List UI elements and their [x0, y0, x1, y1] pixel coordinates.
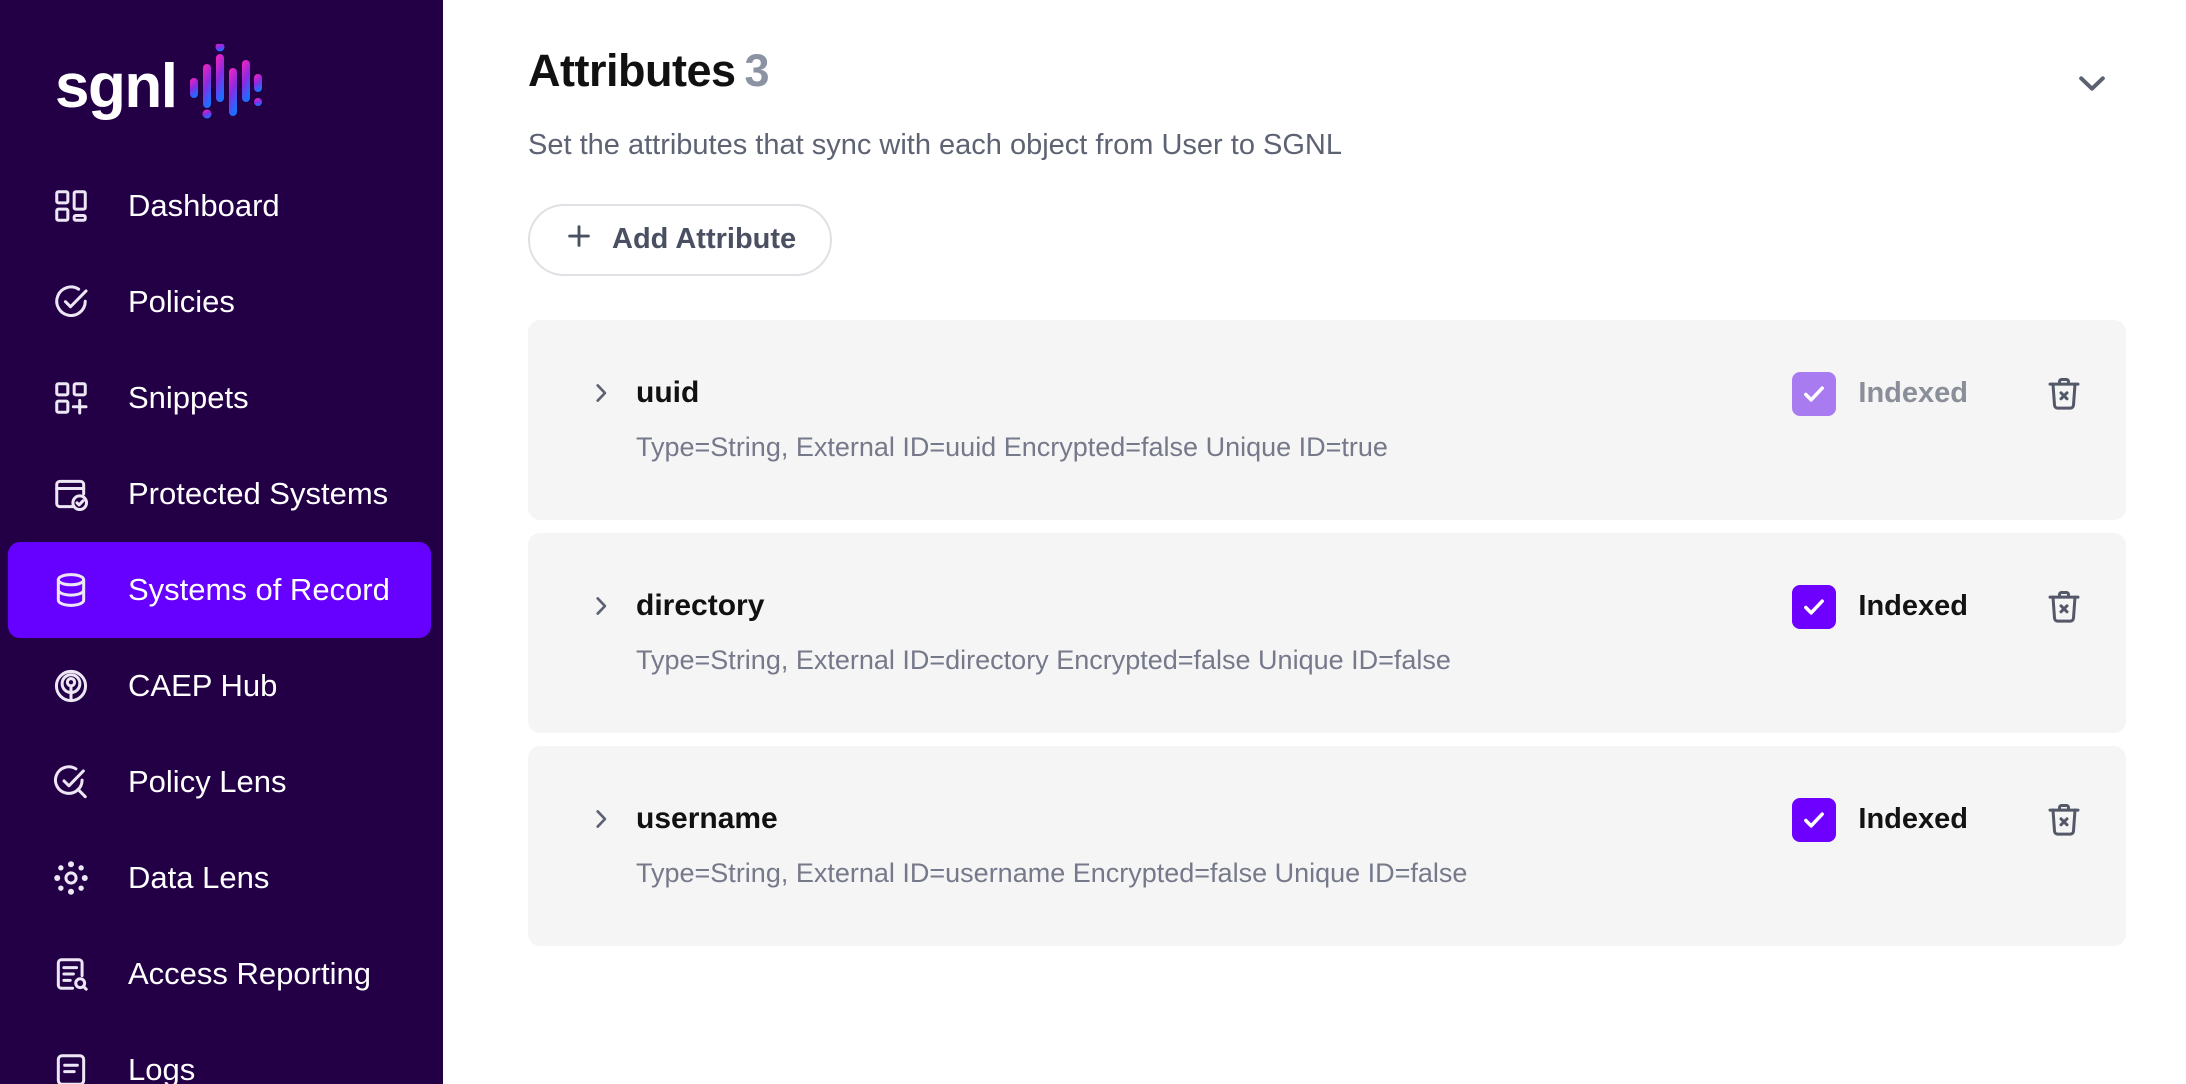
attribute-info: uuid Type=String, External ID=uuid Encry… — [584, 376, 1792, 463]
section-subtitle: Set the attributes that sync with each o… — [528, 129, 1342, 161]
indexed-toggle[interactable]: Indexed — [1792, 371, 1968, 416]
sidebar-item-logs[interactable]: Logs — [8, 1022, 431, 1084]
attribute-name: directory — [636, 589, 765, 623]
table-row[interactable]: uuid Type=String, External ID=uuid Encry… — [528, 319, 2126, 520]
sidebar-item-systems-of-record[interactable]: Systems of Record — [8, 542, 431, 638]
trash-x-icon[interactable] — [2038, 794, 2090, 846]
sidebar-item-label: Protected Systems — [128, 476, 389, 511]
attribute-actions: Indexed — [1792, 581, 2090, 633]
attribute-meta: Type=String, External ID=uuid Encrypted=… — [636, 432, 1388, 463]
sidebar: sgnl Dashboard Policies Snippets Protect… — [0, 0, 443, 1084]
attributes-list: uuid Type=String, External ID=uuid Encry… — [528, 319, 2126, 946]
trash-x-icon[interactable] — [2038, 581, 2090, 633]
node-network-icon — [48, 855, 94, 901]
page-title-text: Attributes — [528, 45, 736, 96]
sidebar-item-dashboard[interactable]: Dashboard — [8, 158, 431, 254]
sidebar-item-snippets[interactable]: Snippets — [8, 350, 431, 446]
chevron-down-icon[interactable] — [2068, 59, 2116, 107]
sidebar-item-policies[interactable]: Policies — [8, 254, 431, 350]
brand-logo[interactable]: sgnl — [0, 0, 443, 140]
document-lines-icon — [48, 1047, 94, 1084]
brand-name: sgnl — [55, 51, 178, 121]
chevron-right-icon[interactable] — [584, 592, 618, 620]
document-search-icon — [48, 951, 94, 997]
indexed-checkbox[interactable] — [1792, 371, 1837, 416]
app-root: sgnl Dashboard Policies Snippets Protect… — [0, 0, 2186, 1084]
table-row[interactable]: directory Type=String, External ID=direc… — [528, 532, 2126, 733]
sgnl-waveform-logo-icon — [190, 42, 263, 129]
sidebar-item-label: Snippets — [128, 380, 249, 415]
attribute-name: username — [636, 802, 778, 836]
sidebar-item-label: Logs — [128, 1052, 196, 1084]
database-icon — [48, 567, 94, 613]
indexed-label: Indexed — [1858, 803, 1968, 836]
sidebar-item-label: Access Reporting — [128, 956, 371, 991]
attribute-info: directory Type=String, External ID=direc… — [584, 589, 1792, 676]
attribute-name-row: directory — [584, 589, 1792, 623]
sidebar-item-label: Policies — [128, 284, 235, 319]
sidebar-item-policy-lens[interactable]: Policy Lens — [8, 734, 431, 830]
indexed-toggle[interactable]: Indexed — [1792, 584, 1968, 629]
attribute-actions: Indexed — [1792, 368, 2090, 420]
indexed-checkbox[interactable] — [1792, 797, 1837, 842]
sidebar-item-label: CAEP Hub — [128, 668, 278, 703]
attribute-meta: Type=String, External ID=username Encryp… — [636, 858, 1468, 889]
section-header: Attributes 3 — [528, 45, 2126, 107]
chevron-right-icon[interactable] — [584, 805, 618, 833]
attribute-meta: Type=String, External ID=directory Encry… — [636, 645, 1451, 676]
attribute-name-row: uuid — [584, 376, 1792, 410]
page-title: Attributes 3 — [528, 45, 770, 97]
dashboard-grid-icon — [48, 183, 94, 229]
attribute-info: username Type=String, External ID=userna… — [584, 802, 1792, 889]
check-search-icon — [48, 759, 94, 805]
sidebar-item-caep-hub[interactable]: CAEP Hub — [8, 638, 431, 734]
sidebar-item-label: Dashboard — [128, 188, 280, 223]
indexed-toggle[interactable]: Indexed — [1792, 797, 1968, 842]
add-attribute-button[interactable]: Add Attribute — [528, 203, 833, 276]
add-attribute-label: Add Attribute — [612, 223, 797, 256]
chevron-right-icon[interactable] — [584, 379, 618, 407]
indexed-label: Indexed — [1858, 590, 1968, 623]
sidebar-nav: Dashboard Policies Snippets Protected Sy… — [0, 158, 443, 1084]
indexed-label: Indexed — [1858, 377, 1968, 410]
radar-signal-icon — [48, 663, 94, 709]
grid-plus-icon — [48, 375, 94, 421]
sidebar-item-label: Data Lens — [128, 860, 270, 895]
attribute-count: 3 — [744, 45, 770, 96]
window-check-icon — [48, 471, 94, 517]
sidebar-item-access-reporting[interactable]: Access Reporting — [8, 926, 431, 1022]
table-row[interactable]: username Type=String, External ID=userna… — [528, 745, 2126, 946]
sidebar-item-label: Systems of Record — [128, 572, 390, 607]
sidebar-item-data-lens[interactable]: Data Lens — [8, 830, 431, 926]
sidebar-item-protected-systems[interactable]: Protected Systems — [8, 446, 431, 542]
sidebar-item-label: Policy Lens — [128, 764, 287, 799]
main-content: Attributes 3 Set the attributes that sync… — [443, 0, 2186, 1084]
attribute-actions: Indexed — [1792, 794, 2090, 846]
indexed-checkbox[interactable] — [1792, 584, 1837, 629]
attribute-name-row: username — [584, 802, 1792, 836]
trash-x-icon[interactable] — [2038, 368, 2090, 420]
plus-icon — [564, 221, 594, 259]
check-circle-icon — [48, 279, 94, 325]
attribute-name: uuid — [636, 376, 700, 410]
